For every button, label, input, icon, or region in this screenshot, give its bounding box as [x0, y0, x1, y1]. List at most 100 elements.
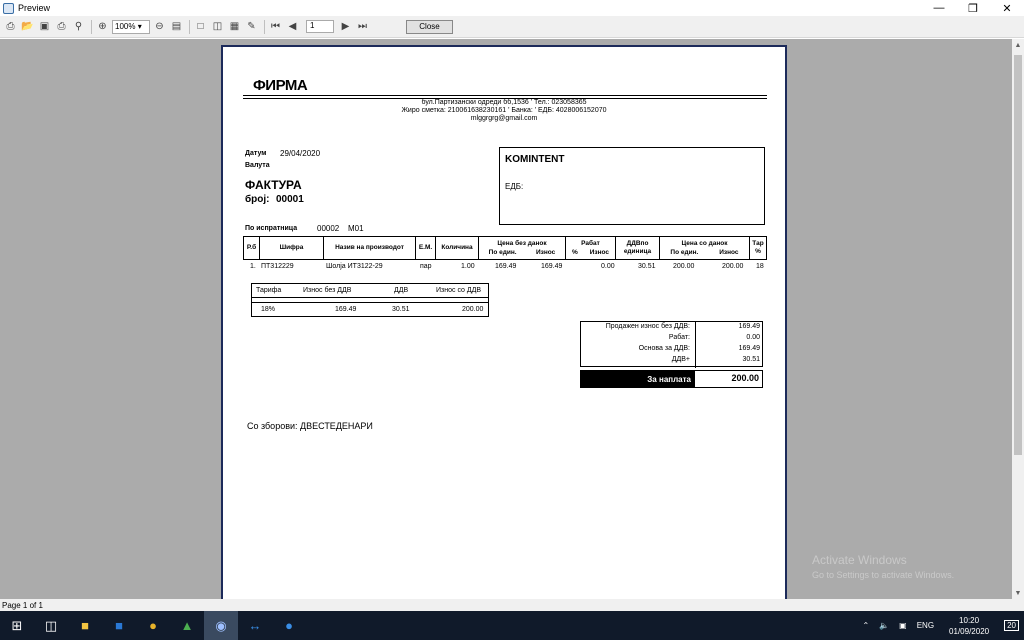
th-rb: Р.б: [244, 237, 260, 259]
th-amount2: Износ: [719, 249, 739, 256]
totals-disc-label: Рабат:: [668, 334, 690, 341]
next-page-icon[interactable]: ▶: [338, 19, 353, 34]
date-label: Датум: [245, 150, 267, 157]
cell-vat: 30.51: [638, 263, 656, 270]
currency-label: Валута: [245, 162, 270, 169]
th-price-with-tax-label: Цена со данок: [681, 240, 728, 247]
activate-windows-title: Activate Windows: [812, 553, 907, 567]
vertical-scrollbar[interactable]: ▲ ▼: [1012, 39, 1024, 599]
tax-h-vat: ДДВ: [394, 287, 409, 294]
payment-value: 200.00: [731, 373, 759, 383]
cell-unit-price: 169.49: [495, 263, 517, 270]
totals-vat: 30.51: [742, 356, 760, 363]
firm-address: бул.Партизански одреди бб,1536 ' Тел.: 0…: [421, 99, 587, 106]
date-value: 29/04/2020: [280, 149, 321, 158]
th-code: Шифра: [260, 237, 324, 259]
tax-summary-box: Тарифа Износ без ДДВ ДДВ Износ со ДДВ 18…: [251, 283, 489, 317]
header-rule: [243, 95, 767, 96]
tax-h-with-vat: Износ со ДДВ: [436, 287, 482, 294]
delivery-number: 00002: [317, 224, 340, 233]
activate-windows-hint: Go to Settings to activate Windows.: [812, 570, 955, 580]
th-price-no-tax: Цена без данок По един. Износ: [479, 237, 566, 259]
kominent-box: KOMINTENT ЕДБ:: [499, 147, 765, 225]
support-icon[interactable]: ●: [272, 611, 306, 640]
tray-chevron-icon[interactable]: ⌃: [862, 621, 869, 630]
close-window-icon[interactable]: ✕: [990, 0, 1024, 16]
task-view-icon[interactable]: ◫: [34, 611, 68, 640]
th-disc-amount: Износ: [589, 249, 610, 256]
start-icon[interactable]: ⊞: [0, 611, 34, 640]
payment-label: За наплата: [581, 371, 695, 387]
scroll-up-icon[interactable]: ▲: [1012, 39, 1024, 51]
cell-amount-tax: 200.00: [722, 263, 744, 270]
find-icon[interactable]: ⚲: [71, 19, 86, 34]
notifications-icon[interactable]: 20: [1004, 620, 1019, 631]
totals-vat-label: ДДВ+: [671, 356, 690, 363]
language-indicator[interactable]: ENG: [917, 621, 934, 630]
fit-page-icon[interactable]: ▤: [169, 19, 184, 34]
minimize-icon[interactable]: —: [922, 0, 956, 16]
th-qty: Количина: [436, 237, 479, 259]
th-price-no-tax-label: Цена без данок: [497, 240, 547, 247]
chrome-icon[interactable]: ●: [136, 611, 170, 640]
close-button[interactable]: Close: [406, 19, 453, 34]
teamviewer-icon[interactable]: ↔: [238, 611, 272, 640]
totals-disc: 0.00: [746, 334, 760, 341]
tax-h-tariff: Тарифа: [256, 287, 282, 294]
delivery-code: М01: [348, 224, 364, 233]
file-explorer-icon[interactable]: ■: [68, 611, 102, 640]
page-input[interactable]: 1: [306, 20, 334, 33]
prev-page-icon[interactable]: ◀: [285, 19, 300, 34]
first-page-icon[interactable]: ⏮: [268, 19, 283, 34]
app-icon-green[interactable]: ▲: [170, 611, 204, 640]
scroll-down-icon[interactable]: ▼: [1012, 587, 1024, 599]
taskbar: ⊞ ◫ ■ ■ ● ▲ ◉ ↔ ● ⌃ 🔈 ▣ ENG 10:20 01/09/…: [0, 611, 1024, 640]
clock[interactable]: 10:20 01/09/2020: [944, 615, 994, 637]
firm-name: ФИРМА: [253, 77, 308, 94]
zoom-out-icon[interactable]: ⊖: [152, 19, 167, 34]
tax-h-no-vat: Износ без ДДВ: [303, 287, 352, 294]
tax-divider: [252, 302, 488, 303]
app-icon: [3, 2, 14, 14]
scroll-thumb[interactable]: [1014, 55, 1022, 455]
items-table-header: Р.б Шифра Назив на производот Е.М. Колич…: [243, 236, 767, 260]
last-page-icon[interactable]: ⏭: [355, 19, 370, 34]
tax-divider: [252, 297, 488, 298]
totals-base: 169.49: [738, 345, 760, 352]
volume-icon[interactable]: 🔈: [879, 621, 889, 630]
doc-number: 00001: [276, 194, 304, 205]
kominent-title: KOMINTENT: [505, 154, 565, 165]
cell-em: пар: [420, 263, 432, 270]
edit-icon[interactable]: ✎: [244, 19, 259, 34]
zoom-value: 100%: [115, 22, 136, 31]
network-icon[interactable]: ▣: [899, 621, 907, 630]
zoom-select[interactable]: 100% ▾: [112, 19, 150, 34]
title-bar: Preview — ❐ ✕: [0, 0, 1024, 16]
tax-rate: 18%: [261, 306, 276, 313]
cell-discount: 0.00: [601, 263, 615, 270]
outlook-icon[interactable]: ■: [102, 611, 136, 640]
totals-divider: [695, 322, 696, 368]
window-title: Preview: [18, 3, 51, 13]
restore-icon[interactable]: ❐: [956, 0, 990, 16]
totals-box: Продажен износ без ДДВ: 169.49 Рабат: 0.…: [580, 321, 763, 368]
cell-name: Шолја ИТ3122-29: [326, 263, 383, 270]
clock-date: 01/09/2020: [949, 626, 990, 636]
th-discount-label: Рабат: [581, 240, 600, 247]
open-icon[interactable]: 📂: [20, 19, 35, 34]
thumbnails-icon[interactable]: ▦: [227, 19, 242, 34]
clock-time: 10:20: [959, 615, 980, 625]
print-setup-icon[interactable]: ⎙: [54, 19, 69, 34]
th-per-unit2: По един.: [670, 249, 699, 256]
cell-qty: 1.00: [461, 263, 475, 270]
preview-app-icon[interactable]: ◉: [204, 611, 238, 640]
toolbar-separator: [91, 19, 92, 34]
totals-sold-label: Продажен износ без ДДВ:: [605, 323, 690, 330]
single-page-icon[interactable]: □: [193, 19, 208, 34]
save-icon[interactable]: ▣: [37, 19, 52, 34]
multi-page-icon[interactable]: ◫: [210, 19, 225, 34]
print-icon[interactable]: ⎙: [3, 19, 18, 34]
zoom-in-icon[interactable]: ⊕: [95, 19, 110, 34]
tax-with-vat: 200.00: [462, 306, 484, 313]
th-pct: %: [571, 249, 578, 256]
